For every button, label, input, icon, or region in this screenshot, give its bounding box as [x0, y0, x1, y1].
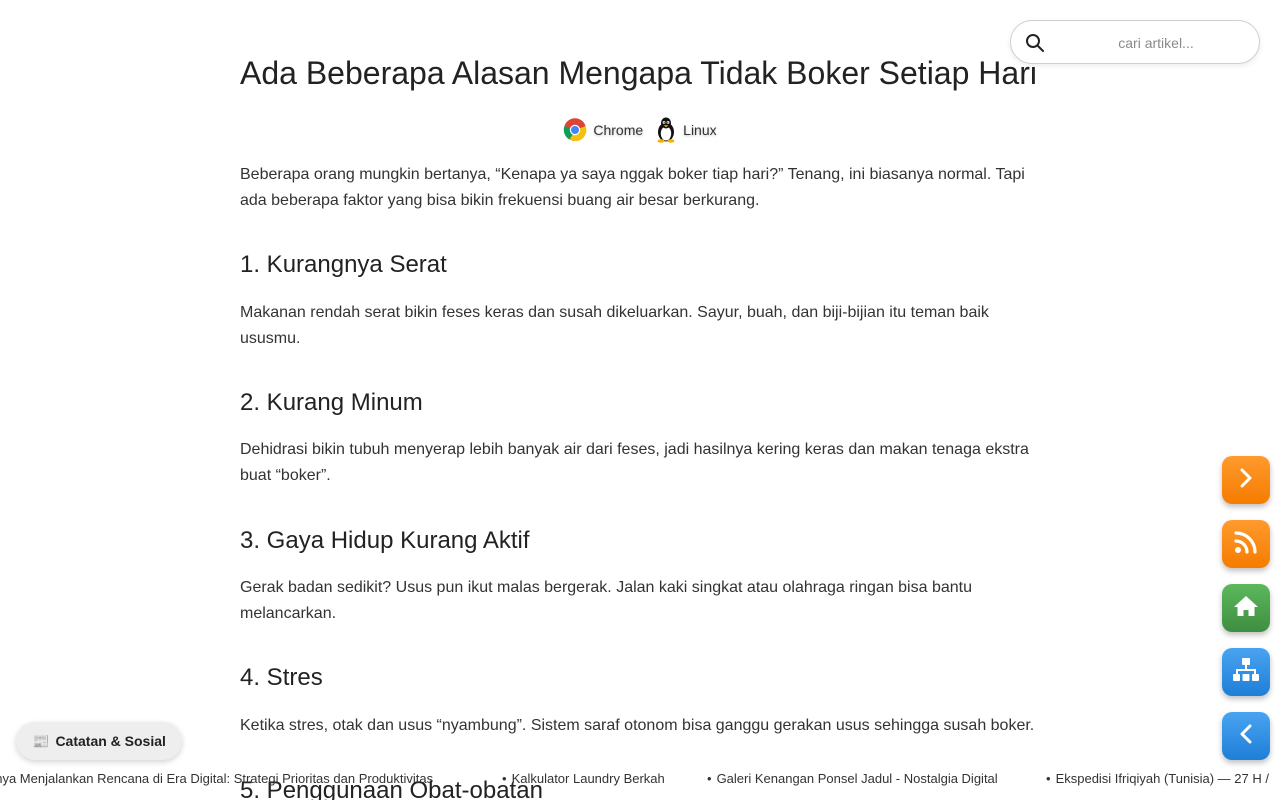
section-heading: 2. Kurang Minum [240, 389, 423, 416]
rss-icon [1233, 529, 1259, 560]
bullet-icon: • [707, 771, 712, 786]
badge-chrome-label: Chrome [593, 122, 644, 138]
search-box[interactable] [1010, 20, 1260, 64]
section-heading: 3. Gaya Hidup Kurang Aktif [240, 527, 530, 554]
notes-social-button[interactable]: 📰 Catatan & Sosial [16, 722, 182, 760]
platform-badges: Chrome Linux [240, 117, 1040, 143]
badge-chrome: Chrome [563, 118, 643, 142]
ticker-item[interactable]: gnya Menjalankan Rencana di Era Digital:… [0, 771, 433, 786]
section-paragraph: Makanan rendah serat bikin feses keras d… [240, 304, 989, 347]
next-button[interactable] [1222, 456, 1270, 504]
chevron-left-icon [1235, 723, 1257, 750]
sitemap-icon [1232, 657, 1260, 688]
section-heading: 4. Stres [240, 664, 323, 691]
section-paragraph: Dehidrasi bikin tubuh menyerap lebih ban… [240, 441, 1029, 484]
page-title: Ada Beberapa Alasan Mengapa Tidak Boker … [240, 55, 1037, 91]
bullet-icon: • [1046, 771, 1051, 786]
section-paragraph: Ketika stres, otak dan usus “nyambung”. … [240, 717, 1035, 734]
section-heading: 1. Kurangnya Serat [240, 251, 447, 278]
ticker-item[interactable]: • Galeri Kenangan Ponsel Jadul - Nostalgi… [707, 771, 998, 786]
chevron-right-icon [1235, 467, 1257, 494]
linux-tux-icon [655, 117, 677, 143]
sitemap-button[interactable] [1222, 648, 1270, 696]
ticker-item-label: Ekspedisi Ifriqiyah (Tunisia) — 27 H / [1055, 771, 1269, 786]
bullet-icon: • [502, 771, 507, 786]
home-icon [1233, 594, 1259, 623]
notes-social-label: Catatan & Sosial [55, 733, 166, 749]
ticker-item[interactable]: • Ekspedisi Ifriqiyah (Tunisia) — 27 H / [1046, 771, 1269, 786]
news-ticker: gnya Menjalankan Rencana di Era Digital:… [0, 769, 1280, 789]
newspaper-icon: 📰 [32, 732, 50, 749]
ticker-item-label: Kalkulator Laundry Berkah [511, 771, 665, 786]
section-paragraph: Gerak badan sedikit? Usus pun ikut malas… [240, 579, 972, 622]
back-button[interactable] [1222, 712, 1270, 760]
search-input[interactable] [1061, 29, 1251, 57]
ticker-item-label: Galeri Kenangan Ponsel Jadul - Nostalgia… [716, 771, 998, 786]
ticker-item-label: gnya Menjalankan Rencana di Era Digital:… [0, 771, 434, 786]
badge-linux: Linux [655, 117, 717, 143]
badge-linux-label: Linux [683, 122, 717, 138]
intro-paragraph: Beberapa orang mungkin bertanya, “Kenapa… [240, 166, 1025, 209]
rss-button[interactable] [1222, 520, 1270, 568]
search-icon[interactable] [1025, 33, 1045, 53]
home-button[interactable] [1222, 584, 1270, 632]
chrome-icon [563, 118, 587, 142]
ticker-item[interactable]: • Kalkulator Laundry Berkah [502, 771, 665, 786]
